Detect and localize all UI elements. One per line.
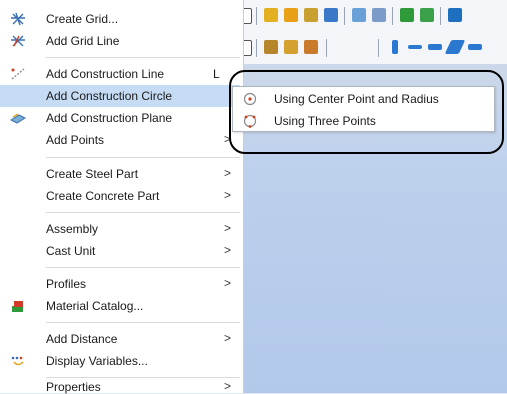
menu-item-add-construction-plane[interactable]: Add Construction Plane bbox=[0, 107, 240, 129]
toolbar-icon[interactable] bbox=[428, 44, 442, 50]
toolbar-icon[interactable] bbox=[408, 45, 422, 49]
chevron-right-icon: > bbox=[224, 188, 232, 202]
menu-item-material-catalog[interactable]: Material Catalog... bbox=[0, 295, 240, 317]
toolbar-icon[interactable] bbox=[324, 8, 338, 22]
menu-item-properties[interactable]: Properties > bbox=[0, 374, 240, 394]
menu-item-label: Create Steel Part bbox=[46, 167, 139, 181]
menu-item-label: Add Construction Circle bbox=[46, 89, 173, 103]
shortcut-key: L bbox=[213, 67, 220, 81]
construction-line-icon bbox=[11, 68, 25, 80]
menu-item-profiles[interactable]: Profiles > bbox=[0, 273, 240, 295]
menu-item-label: Add Grid Line bbox=[46, 34, 120, 48]
create-grid-icon bbox=[11, 12, 25, 26]
menu-item-create-concrete-part[interactable]: Create Concrete Part > bbox=[0, 185, 240, 207]
context-menu: Create Grid... Add Grid Line Add Constru… bbox=[0, 0, 244, 394]
chevron-right-icon: > bbox=[224, 331, 232, 345]
construction-plane-icon bbox=[10, 113, 26, 124]
chevron-right-icon: > bbox=[224, 379, 232, 393]
display-variables-icon bbox=[11, 356, 24, 366]
toolbar-icon[interactable] bbox=[304, 40, 318, 54]
toolbar-row-1 bbox=[230, 0, 507, 30]
menu-item-label: Profiles bbox=[46, 277, 87, 291]
menu-item-create-grid[interactable]: Create Grid... bbox=[0, 8, 240, 30]
chevron-right-icon: > bbox=[224, 276, 232, 290]
chevron-right-icon: > bbox=[224, 166, 232, 180]
toolbar-icon[interactable] bbox=[468, 44, 482, 50]
menu-item-add-construction-circle[interactable]: Add Construction Circle bbox=[0, 85, 240, 107]
highlight-callout bbox=[229, 70, 504, 154]
menu-item-label: Cast Unit bbox=[46, 244, 96, 258]
menu-item-label: Assembly bbox=[46, 222, 99, 236]
chevron-right-icon: > bbox=[224, 243, 232, 257]
menu-item-create-steel-part[interactable]: Create Steel Part > bbox=[0, 163, 240, 185]
add-grid-line-icon bbox=[11, 35, 25, 47]
toolbar-row-2 bbox=[230, 32, 507, 62]
menu-item-label: Material Catalog... bbox=[46, 299, 144, 313]
toolbar-icon[interactable] bbox=[264, 8, 278, 22]
menu-item-cast-unit[interactable]: Cast Unit > bbox=[0, 240, 240, 262]
toolbar-icon[interactable] bbox=[448, 8, 462, 22]
toolbar-icon[interactable] bbox=[284, 8, 298, 22]
menu-item-label: Add Construction Plane bbox=[46, 111, 173, 125]
toolbar-icon[interactable] bbox=[400, 8, 414, 22]
toolbar-icon[interactable] bbox=[284, 40, 298, 54]
menu-separator bbox=[46, 322, 240, 323]
menu-item-add-distance[interactable]: Add Distance > bbox=[0, 328, 240, 350]
menu-item-label: Add Distance bbox=[46, 332, 118, 346]
toolbar-icon[interactable] bbox=[264, 40, 278, 54]
toolbar-icon[interactable] bbox=[352, 8, 366, 22]
material-catalog-icon bbox=[12, 301, 23, 312]
toolbar-icon[interactable] bbox=[304, 8, 318, 22]
menu-item-label: Add Points bbox=[46, 133, 105, 147]
toolbar-icon[interactable] bbox=[392, 40, 398, 54]
menu-separator bbox=[46, 212, 240, 213]
toolbar-icon[interactable] bbox=[444, 40, 466, 54]
menu-item-label: Create Concrete Part bbox=[46, 189, 160, 203]
menu-item-label: Properties bbox=[46, 380, 101, 394]
menu-item-add-construction-line[interactable]: Add Construction Line L bbox=[0, 63, 240, 85]
menu-separator bbox=[46, 157, 240, 158]
menu-item-assembly[interactable]: Assembly > bbox=[0, 218, 240, 240]
menu-item-display-variables[interactable]: Display Variables... bbox=[0, 350, 240, 372]
menu-item-add-grid-line[interactable]: Add Grid Line bbox=[0, 30, 240, 52]
menu-separator bbox=[46, 267, 240, 268]
chevron-right-icon: > bbox=[224, 221, 232, 235]
menu-item-label: Display Variables... bbox=[46, 354, 148, 368]
menu-item-label: Add Construction Line bbox=[46, 67, 165, 81]
menu-separator bbox=[46, 57, 240, 58]
toolbar-icon[interactable] bbox=[372, 8, 386, 22]
menu-item-label: Create Grid... bbox=[46, 12, 119, 26]
toolbar-icon[interactable] bbox=[420, 8, 434, 22]
toolbar bbox=[230, 0, 507, 65]
menu-item-add-points[interactable]: Add Points > bbox=[0, 129, 240, 151]
